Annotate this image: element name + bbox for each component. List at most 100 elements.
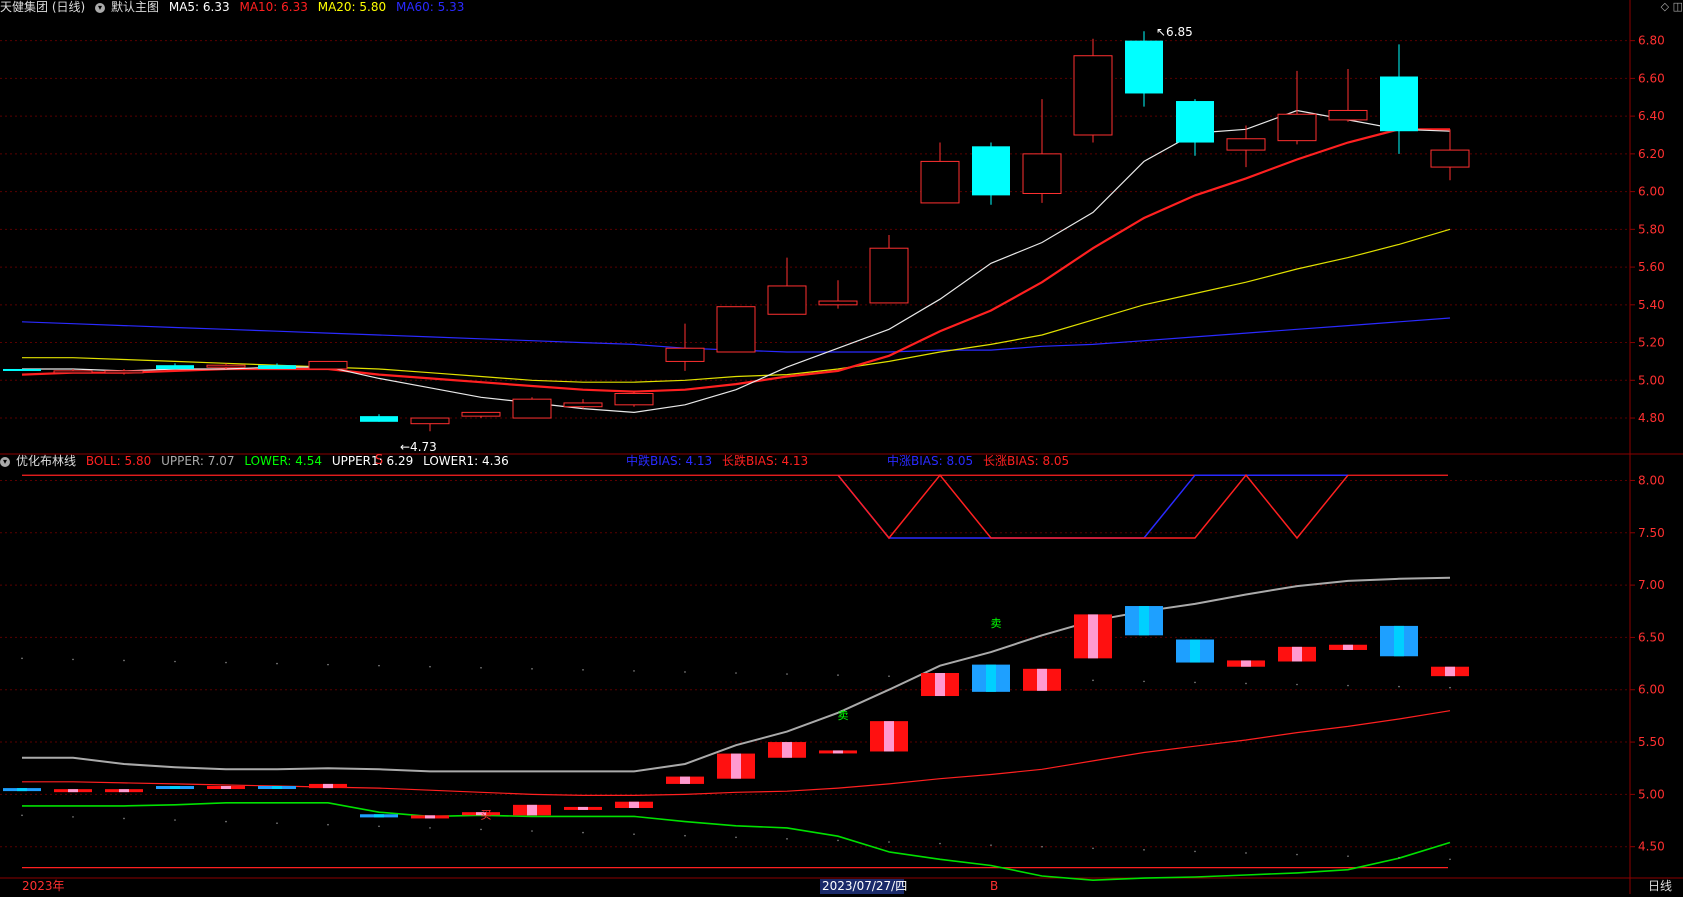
window-controls[interactable]: ◇ ◫ — [1643, 0, 1683, 14]
sell-marker: 卖 — [991, 617, 1002, 630]
bias-down-header: 中跌BIAS: 4.13 长跌BIAS: 4.13 — [626, 454, 814, 468]
restore-icon[interactable]: ◫ — [1673, 0, 1683, 13]
lower1-dot — [21, 814, 23, 817]
lower1-dot — [1092, 847, 1094, 850]
upper1-dot — [1245, 682, 1247, 685]
boll-mid-line — [22, 710, 1451, 796]
candle-body-up — [1328, 109, 1368, 121]
upper1-dot — [786, 673, 788, 675]
diamond-icon[interactable]: ◇ — [1661, 0, 1669, 13]
ma20-line — [22, 228, 1451, 383]
ma10-label: MA10: 6.33 — [239, 0, 308, 14]
upper1-dot — [378, 664, 380, 667]
lower1-dot — [990, 844, 992, 846]
lower1-dot — [1245, 852, 1247, 854]
upper1-dot — [888, 675, 890, 677]
indicator-bar-core — [578, 806, 588, 810]
template-name[interactable]: 默认主图 — [111, 0, 159, 14]
indicator-bar-core — [119, 789, 129, 793]
lower1-dot — [378, 825, 380, 828]
lower1-dot — [1143, 849, 1145, 851]
upper1-dot — [174, 660, 176, 663]
candle-body-up — [461, 411, 501, 417]
sub-y-tick-label: 8.00 — [1638, 473, 1665, 487]
long-up-bias-line — [837, 474, 1349, 540]
b-marker: B — [990, 879, 998, 893]
sub-y-tick-label: 5.00 — [1638, 787, 1665, 801]
upper1-dot — [582, 669, 584, 671]
sub-y-tick-label: 7.00 — [1638, 578, 1665, 592]
upper1-label: UPPER1: 6.29 — [331, 454, 414, 468]
indicator-bar-core — [1445, 666, 1455, 677]
bias-up-header: 中涨BIAS: 8.05 长涨BIAS: 8.05 — [887, 454, 1075, 468]
boll-label: BOLL: 5.80 — [85, 454, 152, 468]
candle-body-up — [1022, 153, 1062, 194]
indicator-bar-core — [1394, 625, 1404, 657]
candle-body-up — [53, 370, 93, 374]
candle-body-up — [1073, 55, 1113, 136]
indicator-bar-core — [272, 786, 282, 790]
candle-body-down — [3, 368, 41, 371]
lower1-dot — [1347, 855, 1349, 857]
indicator-bar-core — [629, 801, 639, 808]
dropdown-icon[interactable]: ▾ — [95, 2, 106, 13]
candle-body-up — [1430, 149, 1470, 168]
lower1-dot — [123, 817, 125, 820]
lower1-dot — [1041, 845, 1043, 848]
main-y-tick-label: 5.20 — [1638, 336, 1665, 350]
lower1-dot — [276, 822, 278, 824]
upper1-dot — [429, 665, 431, 668]
long-down-bias-label: 长跌BIAS: 4.13 — [722, 454, 809, 468]
candle-body-up — [869, 247, 909, 304]
dropdown-icon[interactable]: ▾ — [0, 456, 10, 467]
indicator-bar-core — [731, 753, 741, 779]
lower1-dot — [684, 834, 686, 837]
upper1-dot — [1194, 681, 1196, 684]
main-y-tick-label: 6.00 — [1638, 185, 1665, 199]
main-y-tick-label: 5.00 — [1638, 373, 1665, 387]
lower-label: LOWER: 4.54 — [244, 454, 323, 468]
candle-body-down — [360, 416, 398, 422]
indicator-title[interactable]: 优化布林线 — [16, 454, 76, 468]
candle-body-up — [665, 347, 705, 362]
main-y-tick-label: 6.20 — [1638, 147, 1665, 161]
upper1-dot — [276, 662, 278, 665]
main-y-tick-label: 4.80 — [1638, 411, 1665, 425]
sub-y-tick-label: 6.50 — [1638, 630, 1665, 644]
candle-body-up — [1226, 138, 1266, 151]
indicator-bar-core — [1292, 646, 1302, 662]
sub-y-tick-label: 5.50 — [1638, 735, 1665, 749]
long-up-bias-label: 长涨BIAS: 8.05 — [983, 454, 1070, 468]
indicator-bar-core — [425, 815, 435, 819]
candle-body-up — [512, 398, 552, 419]
upper1-dot — [72, 658, 74, 661]
candle-body-up — [308, 360, 348, 370]
indicator-bar-core — [782, 742, 792, 758]
lower1-dot — [633, 833, 635, 835]
lower1-dot — [939, 842, 941, 845]
main-y-tick-label: 5.80 — [1638, 222, 1665, 236]
candle-body-down — [1176, 101, 1214, 143]
sub-header: ▾ 优化布林线 BOLL: 5.80 UPPER: 7.07 LOWER: 4.5… — [0, 454, 515, 468]
main-y-tick-label: 6.80 — [1638, 34, 1665, 48]
lower1-dot — [480, 828, 482, 831]
indicator-bar-core — [1343, 644, 1353, 650]
candle-body-up — [767, 285, 807, 315]
mid-down-bias-label: 中跌BIAS: 4.13 — [626, 454, 713, 468]
chart-stage[interactable]: 6.80 6.60 6.40 6.20 6.00 5.80 5.60 5.40 5.20 5.00… — [0, 0, 1683, 894]
upper1-dot — [1143, 680, 1145, 683]
kline-chart[interactable]: 6.80 6.60 6.40 6.20 6.00 5.80 5.60 5.40 5.20 5.00… — [0, 0, 1683, 894]
sub-y-tick-label: 6.00 — [1638, 683, 1665, 697]
upper1-dot — [684, 671, 686, 673]
upper-label: UPPER: 7.07 — [161, 454, 235, 468]
buy-marker: 买 — [481, 808, 492, 821]
indicator-bar-core — [1139, 606, 1149, 636]
stock-title[interactable]: 天健集团 (日线) — [0, 0, 85, 14]
candle-body-up — [920, 160, 960, 204]
ma5-label: MA5: 6.33 — [168, 0, 230, 14]
indicator-bar-core — [1037, 668, 1047, 691]
lower1-dot — [327, 823, 329, 826]
candle-body-up — [563, 402, 603, 408]
indicator-bar-core — [1088, 614, 1098, 659]
candle-body-up — [1277, 113, 1317, 142]
